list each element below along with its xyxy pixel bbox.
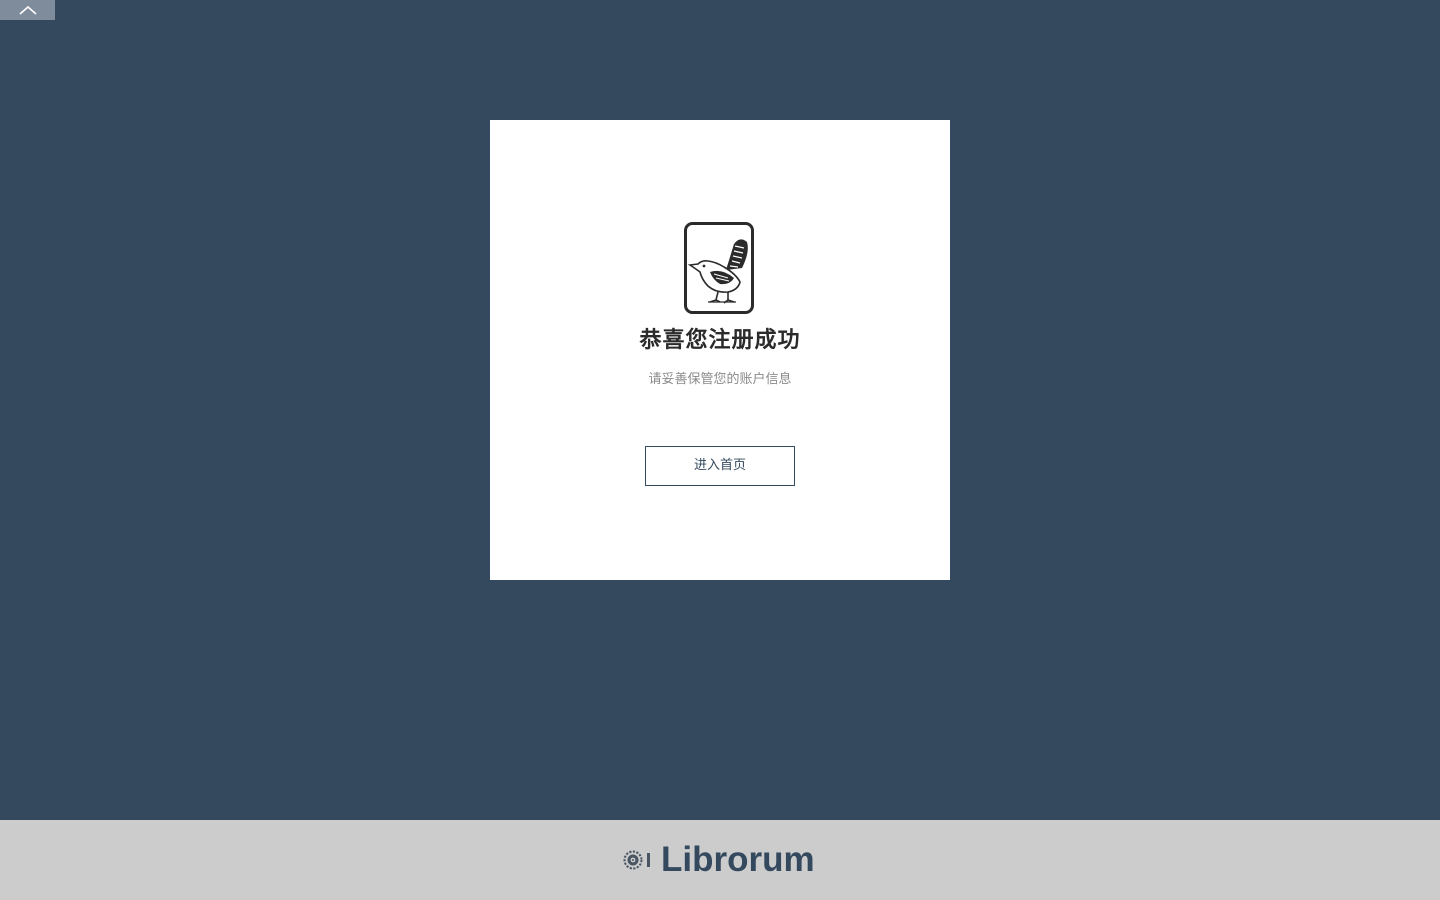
chevron-up-icon <box>18 5 37 15</box>
page-title: 恭喜您注册成功 <box>639 328 801 353</box>
subtitle: 请妥善保管您的账户信息 <box>648 372 792 387</box>
brand-logo[interactable]: Librorum <box>620 838 815 882</box>
collapse-toggle[interactable] <box>0 0 55 20</box>
librorum-logo-icon <box>623 850 650 870</box>
bird-logo-icon <box>684 222 754 314</box>
enter-home-button[interactable]: 进入首页 <box>645 446 795 486</box>
registration-success-card: 恭喜您注册成功 请妥善保管您的账户信息 进入首页 <box>490 120 950 580</box>
main-area: 恭喜您注册成功 请妥善保管您的账户信息 进入首页 <box>0 0 1440 820</box>
brand-name: Librorum <box>661 840 815 879</box>
footer: Librorum <box>0 820 1440 900</box>
